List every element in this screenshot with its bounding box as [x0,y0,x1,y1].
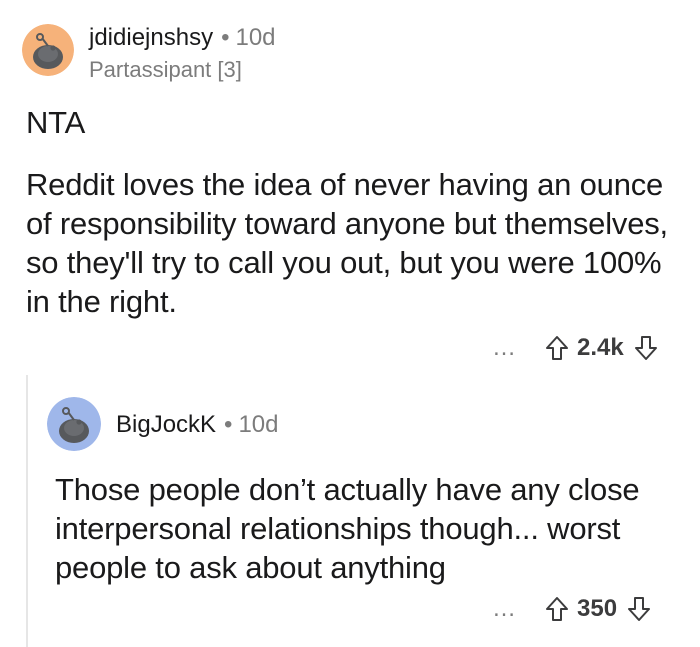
downvote-arrow-icon [628,597,651,621]
comment-actions: … 2.4k [492,333,658,363]
separator-dot: • [221,24,230,51]
upvote-button[interactable] [545,596,569,622]
downvote-button[interactable] [634,335,658,361]
user-flair: Partassipant [3] [89,57,242,82]
comment-verdict: NTA [26,105,86,140]
upvote-arrow-icon [546,597,568,621]
upvote-arrow-icon [546,336,568,360]
vote-score: 2.4k [577,334,624,361]
reply-actions: … 350 [492,594,651,624]
reply-meta: BigJockK • 10d [116,411,279,439]
downvote-button[interactable] [627,596,651,622]
reply-username[interactable]: BigJockK [116,411,216,438]
vote-score: 350 [577,595,618,622]
more-options-button[interactable]: … [492,594,517,624]
comment-meta: jdidiejnshsy • 10d [89,24,276,52]
separator-dot: • [224,411,233,438]
reply-body: Those people don’t actually have any clo… [55,472,640,585]
upvote-button[interactable] [545,335,569,361]
reply-age: 10d [238,411,279,438]
username[interactable]: jdidiejnshsy [89,24,213,51]
comment-body: Reddit loves the idea of never having an… [26,167,668,319]
downvote-arrow-icon [634,336,657,360]
reply-avatar[interactable] [47,397,101,451]
thread-line[interactable] [26,375,28,647]
avatar[interactable] [22,24,74,76]
more-options-button[interactable]: … [492,333,517,363]
comment-age: 10d [235,24,276,51]
